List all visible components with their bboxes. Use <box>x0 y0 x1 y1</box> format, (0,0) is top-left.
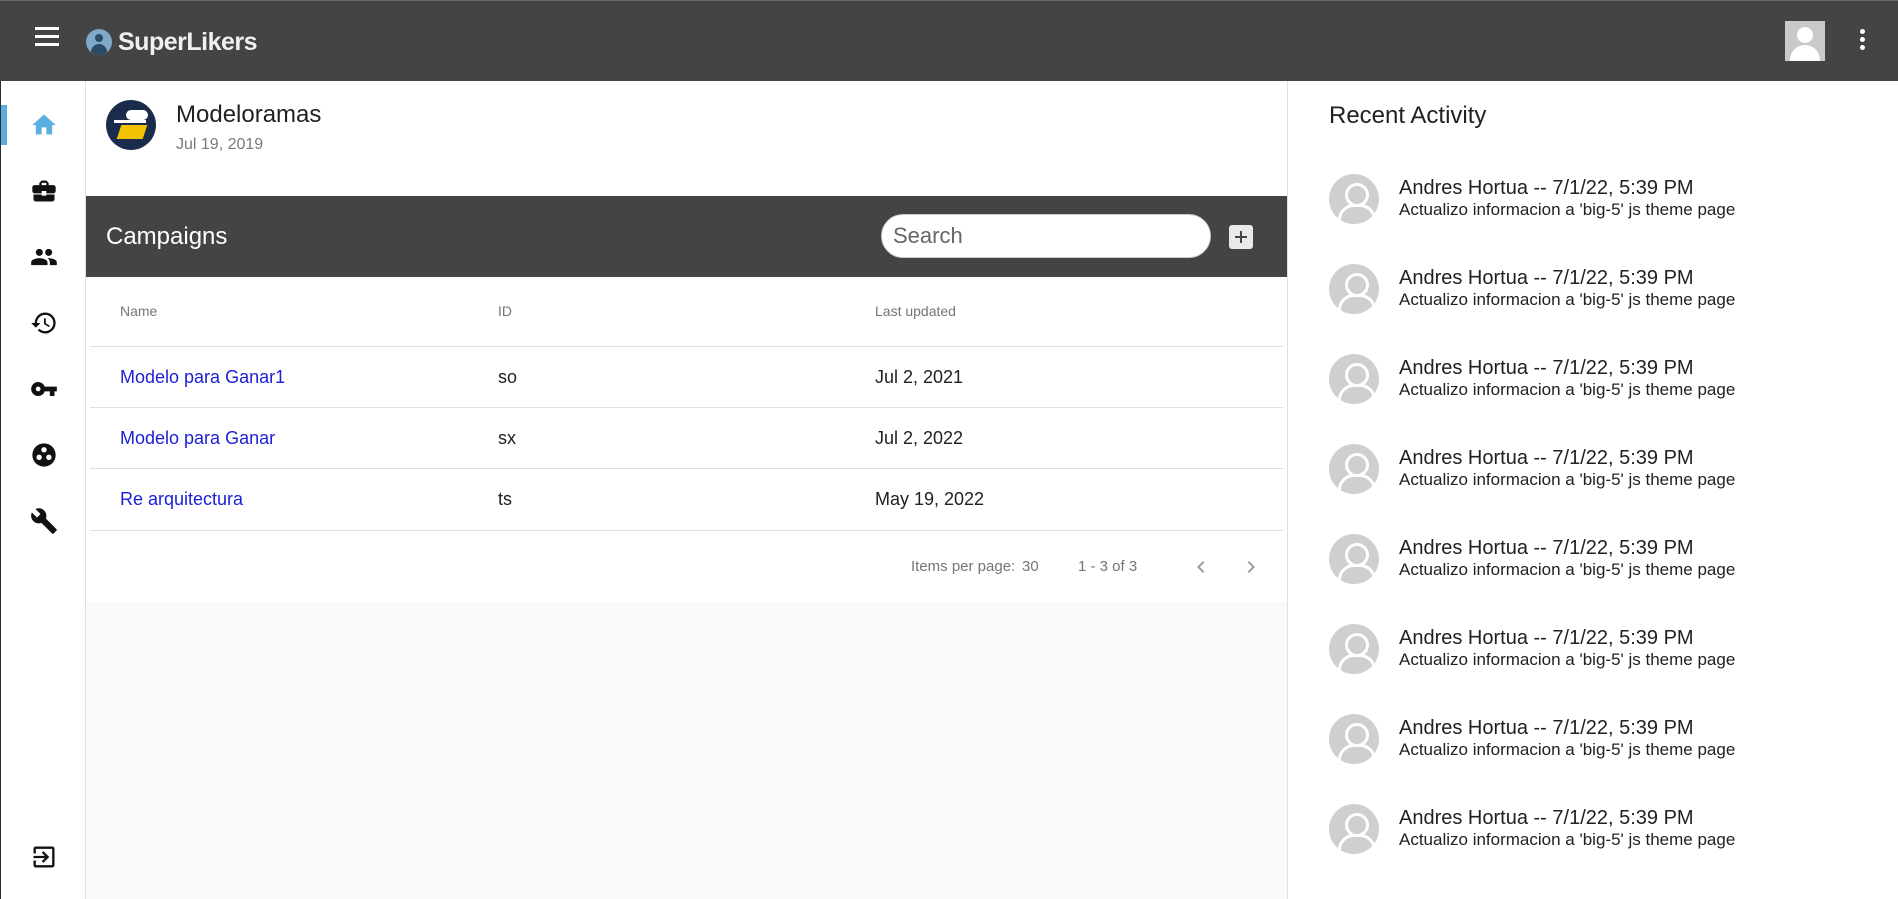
column-header-name[interactable]: Name <box>120 303 157 319</box>
campaign-name-link[interactable]: Modelo para Ganar <box>120 428 275 449</box>
campaign-last-updated: Jul 2, 2022 <box>875 428 964 448</box>
activity-title: Andres Hortua -- 7/1/22, 5:39 PM <box>1399 177 1694 199</box>
activity-title: Andres Hortua -- 7/1/22, 5:39 PM <box>1399 537 1694 559</box>
sidebar-nav <box>0 81 86 899</box>
activity-item: Andres Hortua -- 7/1/22, 5:39 PM Actuali… <box>1329 624 1889 684</box>
activity-description: Actualizo informacion a 'big-5' js theme… <box>1399 380 1736 399</box>
main-content: Modeloramas Jul 19, 2019 Campaigns Name … <box>86 81 1287 899</box>
account-circle-icon <box>1329 444 1379 494</box>
app-name: SuperLikers <box>118 27 258 56</box>
activity-title: Andres Hortua -- 7/1/22, 5:39 PM <box>1399 717 1694 739</box>
campaigns-table: Name ID Last updated Modelo para Ganar1 … <box>86 277 1287 602</box>
org-logo <box>106 100 156 150</box>
next-page-button[interactable] <box>1239 555 1263 579</box>
briefcase-icon <box>32 180 56 202</box>
table-row[interactable]: Modelo para Ganar sx Jul 2, 2022 <box>90 407 1283 468</box>
sidebar-item-home[interactable] <box>1 103 87 147</box>
user-avatar-icon[interactable] <box>1785 21 1825 61</box>
activity-item: Andres Hortua -- 7/1/22, 5:39 PM Actuali… <box>1329 714 1889 774</box>
activity-item: Andres Hortua -- 7/1/22, 5:39 PM Actuali… <box>1329 174 1889 234</box>
chevron-left-icon <box>1197 561 1205 573</box>
sidebar-item-keys[interactable] <box>1 367 87 411</box>
recent-activity-panel: Recent Activity Andres Hortua -- 7/1/22,… <box>1287 81 1898 899</box>
account-circle-icon <box>1329 534 1379 584</box>
activity-item: Andres Hortua -- 7/1/22, 5:39 PM Actuali… <box>1329 264 1889 324</box>
campaign-id: sx <box>498 428 516 448</box>
activity-description: Actualizo informacion a 'big-5' js theme… <box>1399 830 1736 849</box>
account-circle-icon <box>1329 624 1379 674</box>
activity-title: Andres Hortua -- 7/1/22, 5:39 PM <box>1399 627 1694 649</box>
campaign-id: so <box>498 367 518 387</box>
activity-description: Actualizo informacion a 'big-5' js theme… <box>1399 650 1736 669</box>
activity-title: Andres Hortua -- 7/1/22, 5:39 PM <box>1399 267 1694 289</box>
activity-description: Actualizo informacion a 'big-5' js theme… <box>1399 560 1736 579</box>
org-title: Modeloramas <box>176 101 322 128</box>
recent-activity-title: Recent Activity <box>1329 102 1487 129</box>
chevron-right-icon <box>1247 561 1255 573</box>
people-icon <box>31 248 57 266</box>
activity-description: Actualizo informacion a 'big-5' js theme… <box>1399 290 1736 309</box>
campaigns-title: Campaigns <box>106 223 228 250</box>
home-icon <box>32 114 56 135</box>
column-header-last-updated[interactable]: Last updated <box>875 303 956 319</box>
app-logo[interactable]: SuperLikers <box>86 25 258 59</box>
account-circle-icon <box>1329 264 1379 314</box>
top-app-bar: SuperLikers <box>0 0 1898 81</box>
pagination-range: 1 - 3 of 3 <box>1078 558 1138 575</box>
table-row[interactable]: Modelo para Ganar1 so Jul 2, 2021 <box>90 346 1283 407</box>
items-per-page-select[interactable]: 30 <box>1022 558 1039 575</box>
previous-page-button[interactable] <box>1189 555 1213 579</box>
campaign-id: ts <box>498 489 513 509</box>
activity-title: Andres Hortua -- 7/1/22, 5:39 PM <box>1399 357 1694 379</box>
account-circle-icon <box>1329 174 1379 224</box>
logo-mark-icon <box>86 29 112 55</box>
add-campaign-button[interactable] <box>1229 225 1253 249</box>
org-header: Modeloramas Jul 19, 2019 <box>86 81 1287 196</box>
campaign-name-link[interactable]: Modelo para Ganar1 <box>120 367 285 388</box>
activity-item: Andres Hortua -- 7/1/22, 5:39 PM Actuali… <box>1329 444 1889 504</box>
org-date: Jul 19, 2019 <box>176 136 264 153</box>
column-header-id[interactable]: ID <box>498 303 512 319</box>
sidebar-item-settings[interactable] <box>1 499 87 543</box>
logout-icon <box>33 846 55 868</box>
wrench-icon <box>31 508 57 534</box>
activity-title: Andres Hortua -- 7/1/22, 5:39 PM <box>1399 807 1694 829</box>
table-divider <box>90 530 1283 531</box>
account-circle-icon <box>1329 804 1379 854</box>
campaign-last-updated: May 19, 2022 <box>875 489 985 509</box>
table-row[interactable]: Re arquitectura ts May 19, 2022 <box>90 468 1283 529</box>
campaign-name-link[interactable]: Re arquitectura <box>120 489 243 510</box>
account-circle-icon <box>1329 354 1379 404</box>
activity-item: Andres Hortua -- 7/1/22, 5:39 PM Actuali… <box>1329 534 1889 594</box>
activity-description: Actualizo informacion a 'big-5' js theme… <box>1399 470 1736 489</box>
history-icon <box>31 312 56 334</box>
campaign-last-updated: Jul 2, 2021 <box>875 367 964 387</box>
activity-description: Actualizo informacion a 'big-5' js theme… <box>1399 740 1736 759</box>
sidebar-item-campaigns[interactable] <box>1 169 87 213</box>
account-circle-icon <box>1329 714 1379 764</box>
more-vert-icon[interactable] <box>1852 29 1872 55</box>
activity-item: Andres Hortua -- 7/1/22, 5:39 PM Actuali… <box>1329 804 1889 864</box>
palette-icon <box>32 443 56 467</box>
sidebar-item-theme[interactable] <box>1 433 87 477</box>
activity-description: Actualizo informacion a 'big-5' js theme… <box>1399 200 1736 219</box>
campaigns-toolbar: Campaigns <box>86 196 1287 277</box>
sidebar-item-history[interactable] <box>1 301 87 345</box>
activity-item: Andres Hortua -- 7/1/22, 5:39 PM Actuali… <box>1329 354 1889 414</box>
sidebar-item-users[interactable] <box>1 235 87 279</box>
key-icon <box>31 382 57 396</box>
hamburger-menu-icon[interactable] <box>30 27 64 55</box>
activity-title: Andres Hortua -- 7/1/22, 5:39 PM <box>1399 447 1694 469</box>
search-input[interactable] <box>881 214 1211 258</box>
sidebar-item-logout[interactable] <box>1 835 87 879</box>
items-per-page-label: Items per page: <box>911 558 1016 575</box>
